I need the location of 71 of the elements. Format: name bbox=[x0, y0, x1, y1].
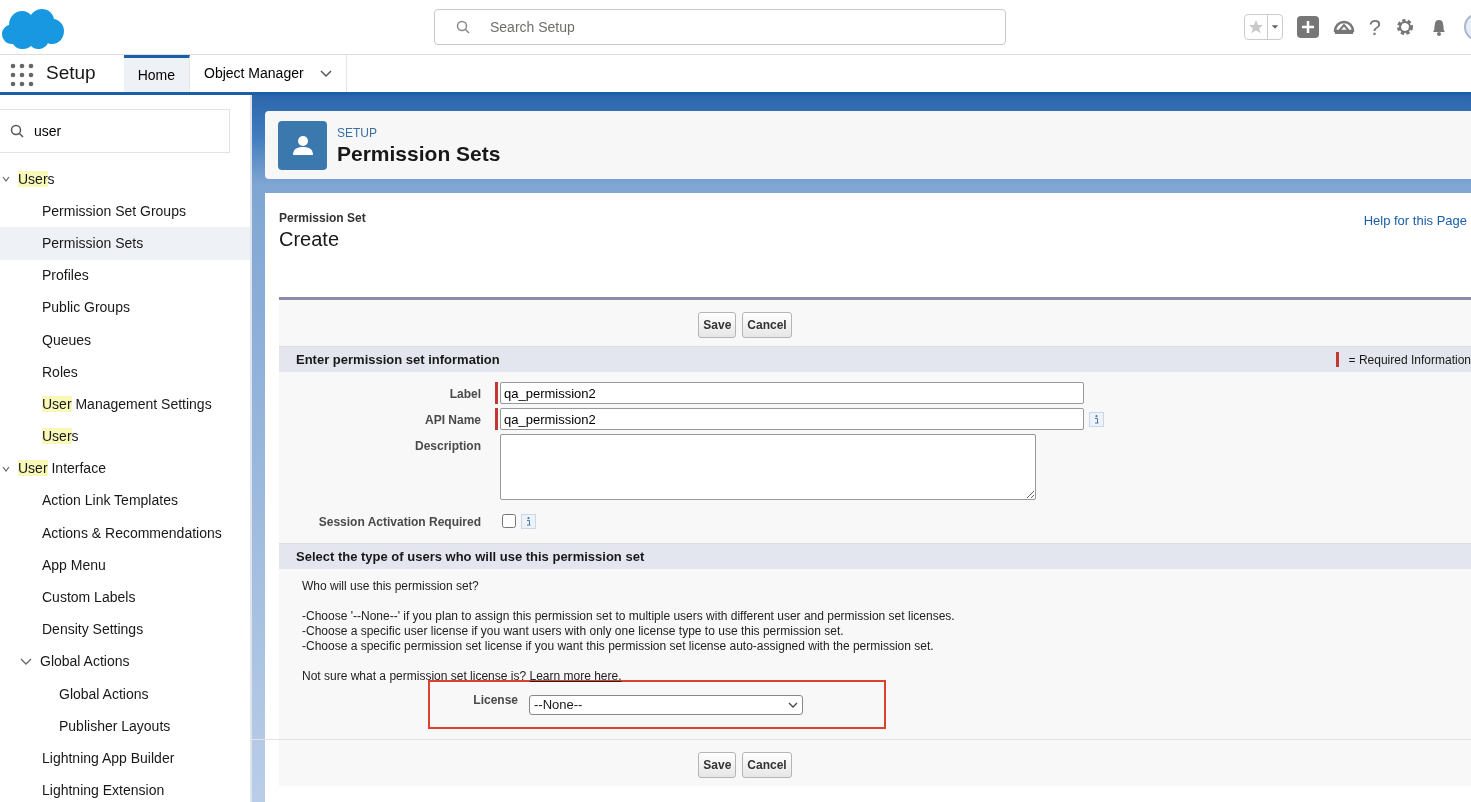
page-title: Permission Sets bbox=[337, 142, 501, 166]
form-subtitle: Permission Set bbox=[279, 210, 366, 227]
help-text: Not sure what a permission set license is? bbox=[302, 669, 527, 683]
help-icon[interactable]: ? bbox=[1368, 10, 1381, 44]
field-label: License bbox=[472, 692, 518, 709]
sidebar-item[interactable]: Permission Set Groups bbox=[0, 195, 250, 228]
breadcrumb-label: SETUP bbox=[337, 125, 378, 143]
sidebar-item[interactable]: Users bbox=[0, 163, 250, 196]
nav-tab[interactable]: Home bbox=[123, 55, 190, 92]
form-title: Create bbox=[279, 227, 341, 251]
info-icon[interactable] bbox=[1089, 412, 1104, 427]
match-highlight: User bbox=[42, 395, 72, 412]
checkbox[interactable] bbox=[502, 514, 516, 528]
search-field[interactable]: user bbox=[0, 109, 230, 153]
search-icon bbox=[10, 124, 24, 138]
field-label: Description bbox=[414, 438, 482, 455]
cancel-button[interactable]: Cancel bbox=[742, 312, 792, 338]
sidebar-item[interactable]: Density Settings bbox=[0, 613, 250, 646]
save-button[interactable]: Save bbox=[698, 752, 737, 778]
sidebar-item[interactable]: Profiles bbox=[0, 259, 250, 292]
license-select[interactable]: --None-- bbox=[529, 694, 803, 715]
field-label: Label bbox=[448, 386, 482, 403]
app-title: Setup bbox=[45, 61, 97, 86]
text-area[interactable] bbox=[500, 434, 1036, 500]
user-icon bbox=[278, 120, 327, 170]
question-text: Who will use this permission set? bbox=[301, 579, 480, 594]
sidebar-item[interactable]: Global Actions bbox=[0, 645, 250, 678]
match-highlight: User bbox=[18, 460, 48, 477]
required-legend: = Required Information bbox=[1348, 350, 1471, 369]
text-field[interactable]: qa_permission2 bbox=[500, 408, 1084, 430]
sidebar-item[interactable]: Users bbox=[0, 420, 250, 453]
section-title: Enter permission set information bbox=[296, 350, 500, 369]
match-highlight: User bbox=[18, 170, 48, 187]
sidebar-item[interactable]: Roles bbox=[0, 356, 250, 389]
sidebar-item[interactable]: Queues bbox=[0, 323, 250, 357]
sidebar-item[interactable]: User Management Settings bbox=[0, 388, 250, 421]
chevron-down-icon[interactable] bbox=[2, 465, 10, 472]
learn-more-link[interactable]: Learn more here. bbox=[529, 669, 622, 683]
sidebar-item[interactable]: Custom Labels bbox=[0, 581, 250, 614]
sidebar-item[interactable]: User Interface bbox=[0, 452, 250, 485]
info-icon[interactable] bbox=[521, 514, 536, 529]
instruction-text: -Choose a specific user license if you want users with only one license type to use this permission set. bbox=[301, 624, 845, 639]
instruction-text: -Choose '--None--' if you plan to assign this permission set to multiple users with different user and permission set licenses. bbox=[301, 609, 956, 624]
sidebar-item[interactable]: Action Link Templates bbox=[0, 484, 250, 518]
search-icon bbox=[456, 20, 470, 34]
chevron-down-icon[interactable] bbox=[319, 69, 332, 78]
sidebar-item[interactable]: Lightning App Builder bbox=[0, 742, 250, 775]
settings-icon[interactable] bbox=[1395, 17, 1415, 37]
sidebar-item[interactable]: App Menu bbox=[0, 549, 250, 582]
chevron-down-icon[interactable] bbox=[788, 701, 798, 708]
app-launcher-icon[interactable] bbox=[10, 63, 34, 87]
help-link[interactable]: Help for this Page bbox=[1363, 211, 1467, 251]
section-title: Select the type of users who will use this permission set bbox=[296, 547, 645, 566]
sidebar-item[interactable]: Public Groups bbox=[0, 291, 250, 324]
chevron-down-icon[interactable] bbox=[20, 657, 32, 666]
chevron-down-icon[interactable] bbox=[2, 176, 10, 183]
field-label: API Name bbox=[423, 412, 482, 429]
required-marker bbox=[1335, 352, 1339, 367]
cancel-button[interactable]: Cancel bbox=[742, 752, 792, 778]
sidebar-item[interactable]: Lightning Extension bbox=[0, 774, 250, 802]
sidebar-item[interactable]: Publisher Layouts bbox=[0, 710, 250, 743]
instruction-text: -Choose a specific permission set license if you want this permission set license auto-assigned with the permission set. bbox=[301, 639, 935, 654]
match-highlight: User bbox=[42, 428, 72, 445]
text-field[interactable]: qa_permission2 bbox=[500, 382, 1084, 404]
search-field[interactable]: Search Setup bbox=[434, 9, 1006, 45]
field-label: Session Activation Required bbox=[317, 514, 482, 531]
sidebar-item[interactable]: Actions & Recommendations bbox=[0, 517, 250, 550]
add-icon[interactable] bbox=[1296, 16, 1319, 38]
sidebar-item[interactable]: Global Actions bbox=[0, 678, 250, 711]
sidebar-item[interactable]: Permission Sets bbox=[0, 227, 250, 260]
save-button[interactable]: Save bbox=[698, 312, 737, 338]
